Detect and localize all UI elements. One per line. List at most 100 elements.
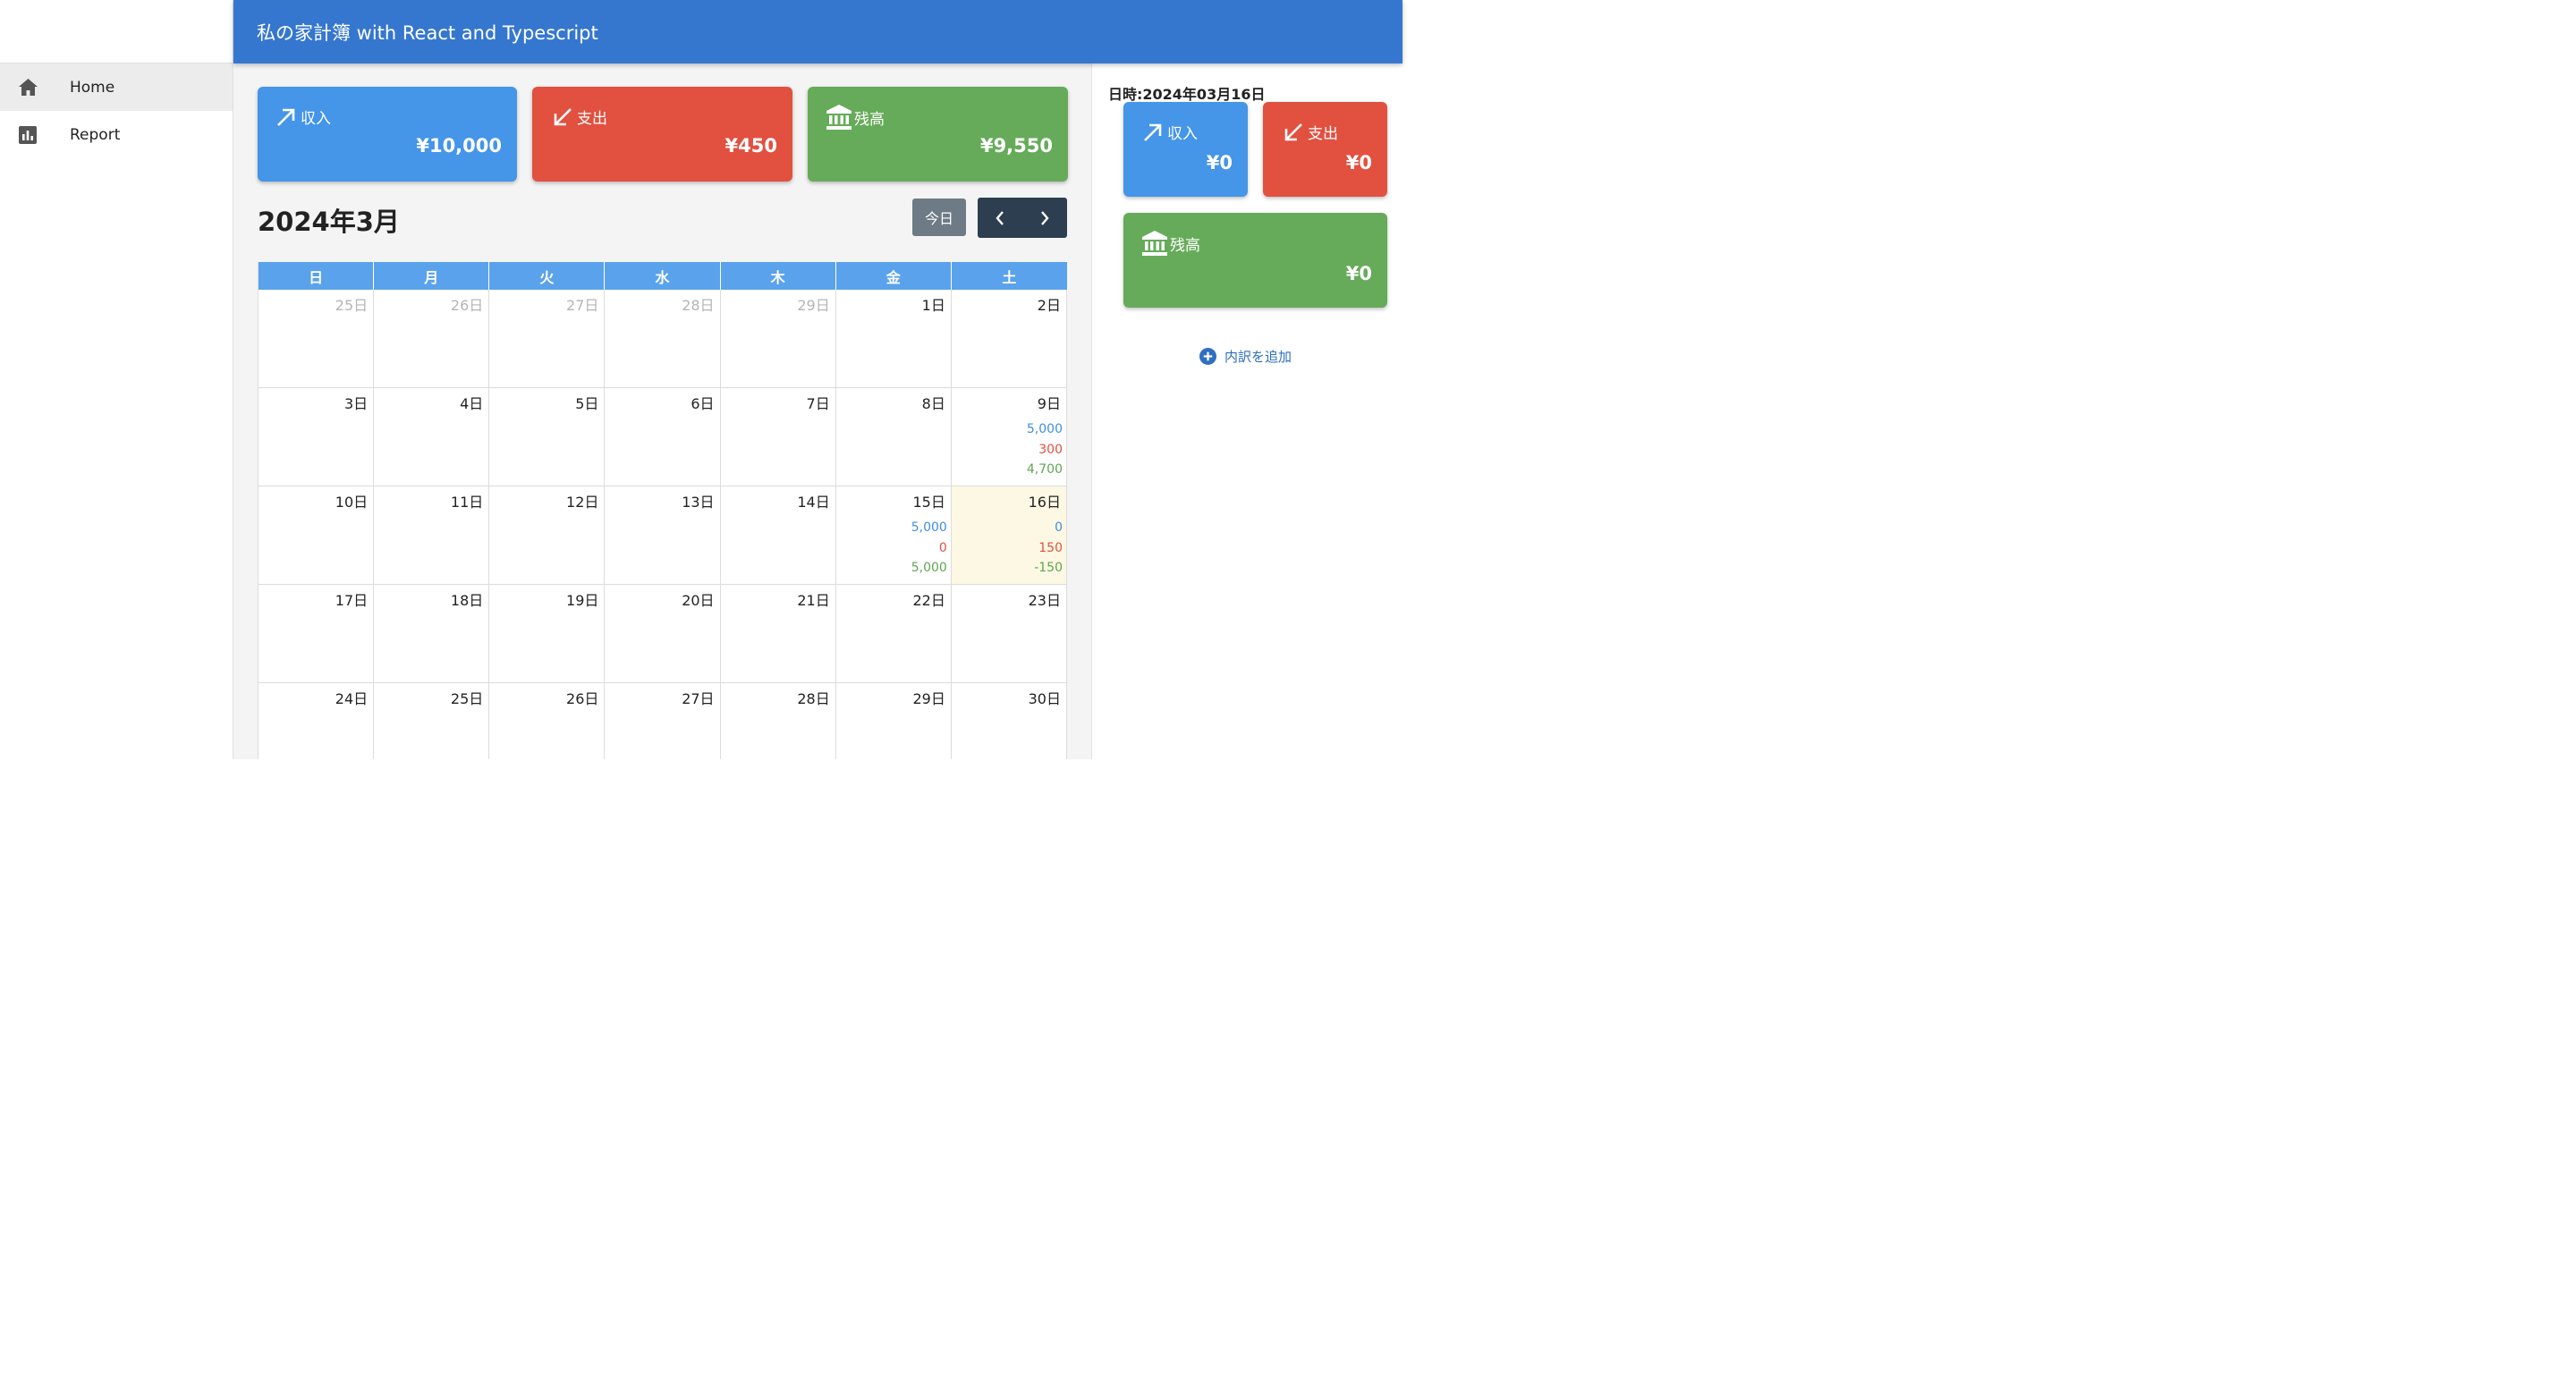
prev-month-button[interactable] xyxy=(978,198,1022,238)
day-number: 12日 xyxy=(566,494,599,511)
sidebar-item-label: Home xyxy=(70,78,115,97)
sidebar-item-report[interactable]: Report xyxy=(0,111,233,158)
calendar-day-cell[interactable]: 21日 xyxy=(720,585,836,683)
day-income: 5,000 xyxy=(911,520,947,535)
weekday-label: 水 xyxy=(605,262,721,290)
selected-date-label: 日時:2024年03月16日 xyxy=(1108,86,1266,103)
day-number: 26日 xyxy=(450,297,484,314)
calendar-day-cell[interactable]: 3日 xyxy=(258,388,375,486)
arrow-up-right-icon xyxy=(277,108,295,126)
calendar-day-cell[interactable]: 6日 xyxy=(605,388,721,486)
calendar-day-cell[interactable]: 26日 xyxy=(489,683,606,759)
calendar-day-cell[interactable]: 9日 5,000 300 4,700 xyxy=(951,388,1067,486)
calendar-day-cell[interactable]: 22日 xyxy=(835,585,952,683)
calendar-day-cell[interactable]: 28日 xyxy=(605,290,721,388)
next-month-button[interactable] xyxy=(1022,198,1067,238)
calendar-day-cell-today[interactable]: 16日 0 150 -150 xyxy=(951,486,1067,585)
calendar-day-cell[interactable]: 26日 xyxy=(374,290,490,388)
day-number: 5日 xyxy=(575,395,599,412)
calendar-day-cell[interactable]: 30日 xyxy=(951,683,1067,759)
chevron-left-icon xyxy=(996,210,1004,225)
day-number: 27日 xyxy=(566,297,599,314)
day-number: 20日 xyxy=(682,592,715,609)
bank-icon xyxy=(826,105,852,130)
weekday-label: 金 xyxy=(836,262,952,290)
calendar-day-cell[interactable]: 11日 xyxy=(374,486,490,585)
month-title: 2024年3月 xyxy=(258,207,400,237)
calendar-body: 25日 26日 27日 28日 29日 1日 2日 3日 4日 5日 6日 7日 8日 9日 5,000 30… xyxy=(258,290,1067,759)
day-number: 29日 xyxy=(912,690,945,707)
weekday-label: 木 xyxy=(721,262,836,290)
day-number: 25日 xyxy=(335,297,369,314)
day-balance: 5,000 xyxy=(911,561,947,575)
day-number: 16日 xyxy=(1028,494,1061,511)
day-number: 23日 xyxy=(1028,592,1061,609)
balance-amount: ¥9,550 xyxy=(979,135,1053,156)
calendar-day-cell[interactable]: 1日 xyxy=(835,290,952,388)
day-expense: 0 xyxy=(938,540,947,555)
calendar-day-cell[interactable]: 27日 xyxy=(489,290,606,388)
day-number: 17日 xyxy=(335,592,369,609)
calendar-day-cell[interactable]: 25日 xyxy=(258,290,375,388)
calendar-day-cell[interactable]: 29日 xyxy=(720,290,836,388)
calendar-day-cell[interactable]: 8日 xyxy=(835,388,952,486)
daily-balance-card: 残高 ¥0 xyxy=(1123,213,1387,308)
income-label: 収入 xyxy=(301,110,331,128)
calendar-day-cell[interactable]: 13日 xyxy=(605,486,721,585)
income-summary-card: 収入 ¥10,000 xyxy=(258,87,517,182)
weekday-label: 日 xyxy=(258,262,375,290)
day-number: 14日 xyxy=(797,494,830,511)
day-balance: 4,700 xyxy=(1026,462,1063,477)
calendar-day-cell[interactable]: 25日 xyxy=(374,683,490,759)
calendar-day-cell[interactable]: 15日 5,000 0 5,000 xyxy=(835,486,952,585)
daily-expense-label: 支出 xyxy=(1308,125,1338,143)
day-income: 0 xyxy=(1055,520,1063,535)
calendar-week-row: 25日 26日 27日 28日 29日 1日 2日 xyxy=(258,290,1067,388)
calendar-weekday-header: 日月火水木金 土 xyxy=(258,262,1067,290)
day-amounts: 0 150 -150 xyxy=(952,518,1063,579)
day-number: 8日 xyxy=(921,395,945,412)
calendar-week-row: 3日 4日 5日 6日 7日 8日 9日 5,000 300 4,700 xyxy=(258,388,1067,486)
add-entry-button[interactable]: 内訳を追加 xyxy=(1199,347,1292,366)
today-button[interactable]: 今日 xyxy=(912,199,966,236)
calendar-day-cell[interactable]: 29日 xyxy=(835,683,952,759)
calendar-day-cell[interactable]: 27日 xyxy=(605,683,721,759)
expense-label: 支出 xyxy=(577,110,607,128)
calendar-day-cell[interactable]: 23日 xyxy=(951,585,1067,683)
day-number: 4日 xyxy=(460,395,484,412)
month-nav xyxy=(978,198,1067,238)
calendar-day-cell[interactable]: 2日 xyxy=(951,290,1067,388)
day-number: 29日 xyxy=(797,297,830,314)
expense-amount: ¥450 xyxy=(724,135,777,156)
day-number: 2日 xyxy=(1037,297,1061,314)
arrow-down-left-icon xyxy=(554,107,572,125)
calendar-day-cell[interactable]: 4日 xyxy=(374,388,490,486)
arrow-down-left-icon xyxy=(1284,123,1302,140)
add-circle-icon xyxy=(1199,348,1216,365)
app-header: 私の家計簿 with React and Typescript xyxy=(233,0,1402,63)
calendar-day-cell[interactable]: 18日 xyxy=(374,585,490,683)
calendar-day-cell[interactable]: 14日 xyxy=(720,486,836,585)
calendar-day-cell[interactable]: 5日 xyxy=(489,388,606,486)
calendar-day-cell[interactable]: 24日 xyxy=(258,683,375,759)
sidebar-item-home[interactable]: Home xyxy=(0,63,233,111)
balance-summary-card: 残高 ¥9,550 xyxy=(808,87,1068,182)
day-number: 19日 xyxy=(566,592,599,609)
calendar-day-cell[interactable]: 7日 xyxy=(720,388,836,486)
calendar-day-cell[interactable]: 19日 xyxy=(489,585,606,683)
day-number: 21日 xyxy=(797,592,830,609)
day-number: 3日 xyxy=(343,395,369,412)
calendar-day-cell[interactable]: 28日 xyxy=(720,683,836,759)
day-number: 11日 xyxy=(450,494,484,511)
daily-expense-amount: ¥0 xyxy=(1345,152,1372,173)
day-income: 5,000 xyxy=(1026,422,1063,436)
calendar-day-cell[interactable]: 12日 xyxy=(489,486,606,585)
day-number: 7日 xyxy=(806,395,830,412)
day-expense: 150 xyxy=(1038,540,1063,555)
calendar-day-cell[interactable]: 20日 xyxy=(605,585,721,683)
sidebar: Home Report xyxy=(0,0,233,759)
calendar-day-cell[interactable]: 17日 xyxy=(258,585,375,683)
daily-income-card: 収入 ¥0 xyxy=(1123,102,1248,197)
calendar-day-cell[interactable]: 10日 xyxy=(258,486,375,585)
day-expense: 300 xyxy=(1038,442,1063,457)
